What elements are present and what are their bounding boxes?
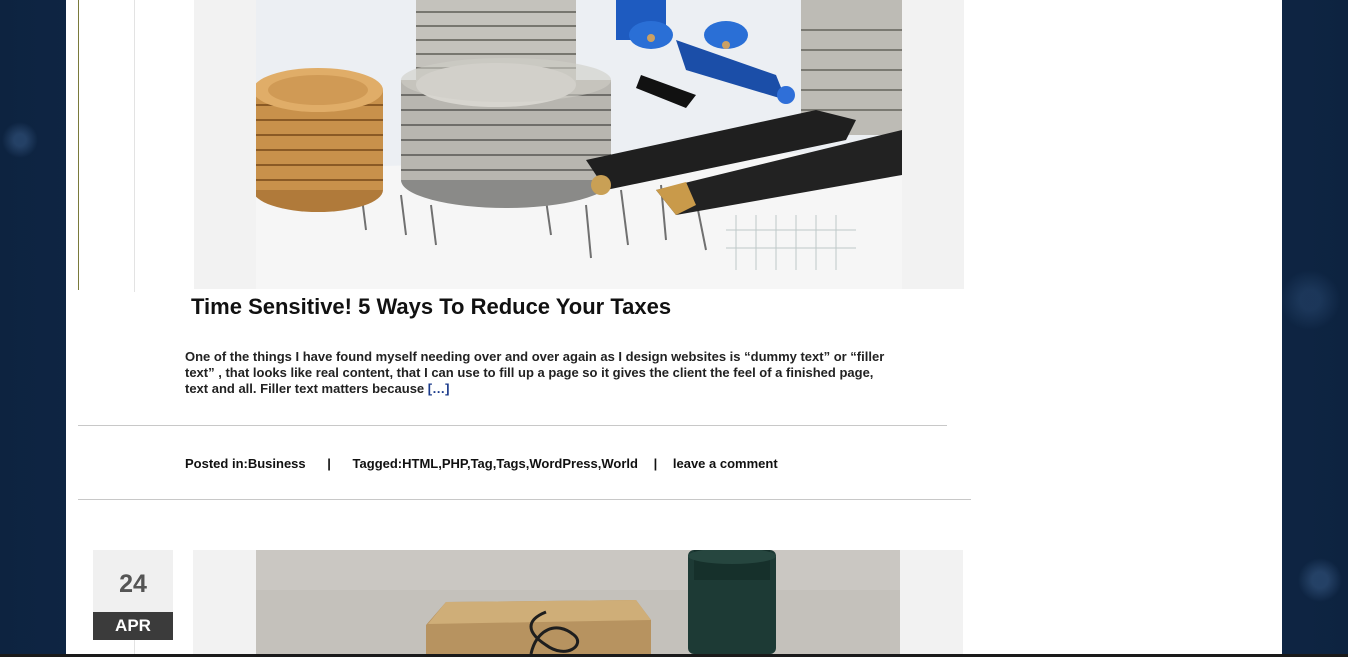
read-more-link[interactable]: […] <box>428 381 450 396</box>
meta-separator: | <box>327 456 331 471</box>
timeline-line <box>134 640 135 654</box>
post-featured-image[interactable] <box>256 0 902 289</box>
category-link[interactable]: Business <box>248 456 306 471</box>
tag-link[interactable]: WordPress <box>529 456 597 471</box>
leave-comment-link[interactable]: leave a comment <box>673 456 778 471</box>
post-title[interactable]: Time Sensitive! 5 Ways To Reduce Your Ta… <box>191 294 671 320</box>
divider <box>78 499 971 500</box>
tag-link[interactable]: Tags <box>496 456 525 471</box>
post-date-day: 24 <box>93 550 173 612</box>
meta-separator: | <box>653 456 658 471</box>
post-featured-image[interactable] <box>256 550 900 654</box>
post-date-badge: 24 APR <box>93 550 173 640</box>
ink-bottle-illustration <box>256 550 900 654</box>
post-featured-image-frame <box>193 550 963 654</box>
tag-link[interactable]: PHP <box>442 456 467 471</box>
post-excerpt-text: One of the things I have found myself ne… <box>185 349 885 396</box>
divider <box>78 425 947 426</box>
coins-and-pens-illustration <box>256 0 902 289</box>
main-content: Time Sensitive! 5 Ways To Reduce Your Ta… <box>66 0 1282 654</box>
timeline-line <box>134 0 135 292</box>
posted-in-label: Posted in: <box>185 456 248 471</box>
post-excerpt: One of the things I have found myself ne… <box>185 349 897 397</box>
tag-link[interactable]: World <box>601 456 638 471</box>
tagged-label: Tagged: <box>352 456 403 471</box>
post-featured-image-frame <box>194 0 964 289</box>
decorative-line <box>78 0 79 290</box>
tag-link[interactable]: HTML <box>402 456 438 471</box>
tag-link[interactable]: Tag <box>471 456 493 471</box>
post-meta: Posted in:Business | Tagged:HTML,PHP,Tag… <box>185 456 778 471</box>
post-date-month: APR <box>93 612 173 640</box>
